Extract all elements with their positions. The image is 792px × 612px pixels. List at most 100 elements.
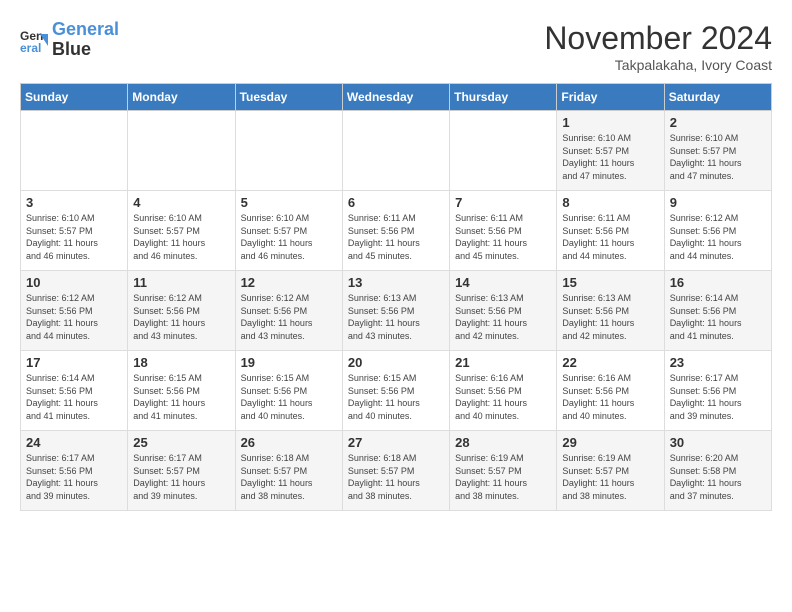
calendar-cell: 14Sunrise: 6:13 AM Sunset: 5:56 PM Dayli…	[450, 271, 557, 351]
day-info: Sunrise: 6:19 AM Sunset: 5:57 PM Dayligh…	[562, 452, 658, 502]
day-info: Sunrise: 6:12 AM Sunset: 5:56 PM Dayligh…	[670, 212, 766, 262]
location: Takpalakaha, Ivory Coast	[544, 57, 772, 73]
header-monday: Monday	[128, 84, 235, 111]
day-number: 22	[562, 355, 658, 370]
day-info: Sunrise: 6:14 AM Sunset: 5:56 PM Dayligh…	[26, 372, 122, 422]
day-info: Sunrise: 6:10 AM Sunset: 5:57 PM Dayligh…	[241, 212, 337, 262]
svg-text:eral: eral	[20, 41, 41, 54]
calendar-cell: 2Sunrise: 6:10 AM Sunset: 5:57 PM Daylig…	[664, 111, 771, 191]
day-number: 8	[562, 195, 658, 210]
day-number: 26	[241, 435, 337, 450]
day-number: 11	[133, 275, 229, 290]
header-tuesday: Tuesday	[235, 84, 342, 111]
day-number: 27	[348, 435, 444, 450]
logo: Gen eral General Blue	[20, 20, 119, 60]
calendar-table: Sunday Monday Tuesday Wednesday Thursday…	[20, 83, 772, 511]
day-info: Sunrise: 6:10 AM Sunset: 5:57 PM Dayligh…	[26, 212, 122, 262]
calendar-cell: 16 Sunrise: 6:14 AM Sunset: 5:56 PM Dayli…	[664, 271, 771, 351]
day-info: Sunrise: 6:10 AM Sunset: 5:57 PM Dayligh…	[562, 132, 658, 182]
calendar-cell: 27Sunrise: 6:18 AM Sunset: 5:57 PM Dayli…	[342, 431, 449, 511]
calendar-cell: 17 Sunrise: 6:14 AM Sunset: 5:56 PM Dayli…	[21, 351, 128, 431]
calendar-cell: 19 Sunrise: 6:15 AM Sunset: 5:56 PM Dayli…	[235, 351, 342, 431]
day-info: Sunrise: 6:11 AM Sunset: 5:56 PM Dayligh…	[455, 212, 551, 262]
title-block: November 2024 Takpalakaha, Ivory Coast	[544, 20, 772, 73]
calendar-cell: 7 Sunrise: 6:11 AM Sunset: 5:56 PM Daylig…	[450, 191, 557, 271]
day-info: Sunrise: 6:13 AM Sunset: 5:56 PM Dayligh…	[562, 292, 658, 342]
header-thursday: Thursday	[450, 84, 557, 111]
day-number: 13	[348, 275, 444, 290]
day-info: Sunrise: 6:10 AM Sunset: 5:57 PM Dayligh…	[133, 212, 229, 262]
day-info: Sunrise: 6:16 AM Sunset: 5:56 PM Dayligh…	[455, 372, 551, 422]
day-info: Sunrise: 6:16 AM Sunset: 5:56 PM Dayligh…	[562, 372, 658, 422]
day-number: 14	[455, 275, 551, 290]
day-number: 15	[562, 275, 658, 290]
day-number: 2	[670, 115, 766, 130]
day-number: 19	[241, 355, 337, 370]
calendar-cell: 29 Sunrise: 6:19 AM Sunset: 5:57 PM Dayli…	[557, 431, 664, 511]
calendar-cell: 9 Sunrise: 6:12 AM Sunset: 5:56 PM Daylig…	[664, 191, 771, 271]
calendar-cell: 28Sunrise: 6:19 AM Sunset: 5:57 PM Dayli…	[450, 431, 557, 511]
day-number: 9	[670, 195, 766, 210]
logo-icon: Gen eral	[20, 26, 48, 54]
day-info: Sunrise: 6:15 AM Sunset: 5:56 PM Dayligh…	[241, 372, 337, 422]
day-number: 6	[348, 195, 444, 210]
day-info: Sunrise: 6:17 AM Sunset: 5:57 PM Dayligh…	[133, 452, 229, 502]
calendar-header: Sunday Monday Tuesday Wednesday Thursday…	[21, 84, 772, 111]
calendar-week-2: 3 Sunrise: 6:10 AM Sunset: 5:57 PM Daylig…	[21, 191, 772, 271]
header-wednesday: Wednesday	[342, 84, 449, 111]
calendar-cell: 4 Sunrise: 6:10 AM Sunset: 5:57 PM Daylig…	[128, 191, 235, 271]
header-friday: Friday	[557, 84, 664, 111]
calendar-cell	[235, 111, 342, 191]
day-info: Sunrise: 6:11 AM Sunset: 5:56 PM Dayligh…	[348, 212, 444, 262]
calendar-cell	[342, 111, 449, 191]
logo-text-line2: Blue	[52, 40, 119, 60]
day-info: Sunrise: 6:20 AM Sunset: 5:58 PM Dayligh…	[670, 452, 766, 502]
day-number: 18	[133, 355, 229, 370]
calendar-cell	[21, 111, 128, 191]
calendar-cell: 1 Sunrise: 6:10 AM Sunset: 5:57 PM Daylig…	[557, 111, 664, 191]
page-header: Gen eral General Blue November 2024 Takp…	[20, 20, 772, 73]
day-number: 1	[562, 115, 658, 130]
day-number: 25	[133, 435, 229, 450]
day-info: Sunrise: 6:18 AM Sunset: 5:57 PM Dayligh…	[241, 452, 337, 502]
day-number: 24	[26, 435, 122, 450]
header-row: Sunday Monday Tuesday Wednesday Thursday…	[21, 84, 772, 111]
calendar-cell: 15 Sunrise: 6:13 AM Sunset: 5:56 PM Dayli…	[557, 271, 664, 351]
day-number: 17	[26, 355, 122, 370]
header-sunday: Sunday	[21, 84, 128, 111]
calendar-cell: 24Sunrise: 6:17 AM Sunset: 5:56 PM Dayli…	[21, 431, 128, 511]
day-number: 4	[133, 195, 229, 210]
day-number: 23	[670, 355, 766, 370]
calendar-cell: 26 Sunrise: 6:18 AM Sunset: 5:57 PM Dayli…	[235, 431, 342, 511]
calendar-body: 1 Sunrise: 6:10 AM Sunset: 5:57 PM Daylig…	[21, 111, 772, 511]
calendar-week-5: 24Sunrise: 6:17 AM Sunset: 5:56 PM Dayli…	[21, 431, 772, 511]
day-info: Sunrise: 6:14 AM Sunset: 5:56 PM Dayligh…	[670, 292, 766, 342]
day-number: 7	[455, 195, 551, 210]
calendar-week-4: 17 Sunrise: 6:14 AM Sunset: 5:56 PM Dayli…	[21, 351, 772, 431]
calendar-week-1: 1 Sunrise: 6:10 AM Sunset: 5:57 PM Daylig…	[21, 111, 772, 191]
day-number: 12	[241, 275, 337, 290]
calendar-cell: 18 Sunrise: 6:15 AM Sunset: 5:56 PM Dayli…	[128, 351, 235, 431]
calendar-cell: 20Sunrise: 6:15 AM Sunset: 5:56 PM Dayli…	[342, 351, 449, 431]
calendar-cell: 25 Sunrise: 6:17 AM Sunset: 5:57 PM Dayli…	[128, 431, 235, 511]
calendar-cell: 23 Sunrise: 6:17 AM Sunset: 5:56 PM Dayli…	[664, 351, 771, 431]
logo-text-line1: General	[52, 20, 119, 40]
day-info: Sunrise: 6:19 AM Sunset: 5:57 PM Dayligh…	[455, 452, 551, 502]
calendar-cell: 8 Sunrise: 6:11 AM Sunset: 5:56 PM Daylig…	[557, 191, 664, 271]
month-title: November 2024	[544, 20, 772, 57]
day-number: 16	[670, 275, 766, 290]
calendar-week-3: 10Sunrise: 6:12 AM Sunset: 5:56 PM Dayli…	[21, 271, 772, 351]
day-info: Sunrise: 6:17 AM Sunset: 5:56 PM Dayligh…	[670, 372, 766, 422]
calendar-cell: 5Sunrise: 6:10 AM Sunset: 5:57 PM Daylig…	[235, 191, 342, 271]
calendar-cell: 30Sunrise: 6:20 AM Sunset: 5:58 PM Dayli…	[664, 431, 771, 511]
day-info: Sunrise: 6:15 AM Sunset: 5:56 PM Dayligh…	[133, 372, 229, 422]
day-info: Sunrise: 6:13 AM Sunset: 5:56 PM Dayligh…	[348, 292, 444, 342]
day-number: 21	[455, 355, 551, 370]
calendar-cell: 13 Sunrise: 6:13 AM Sunset: 5:56 PM Dayli…	[342, 271, 449, 351]
day-info: Sunrise: 6:12 AM Sunset: 5:56 PM Dayligh…	[26, 292, 122, 342]
day-info: Sunrise: 6:11 AM Sunset: 5:56 PM Dayligh…	[562, 212, 658, 262]
calendar-cell: 10Sunrise: 6:12 AM Sunset: 5:56 PM Dayli…	[21, 271, 128, 351]
day-number: 29	[562, 435, 658, 450]
calendar-cell: 3 Sunrise: 6:10 AM Sunset: 5:57 PM Daylig…	[21, 191, 128, 271]
day-number: 3	[26, 195, 122, 210]
